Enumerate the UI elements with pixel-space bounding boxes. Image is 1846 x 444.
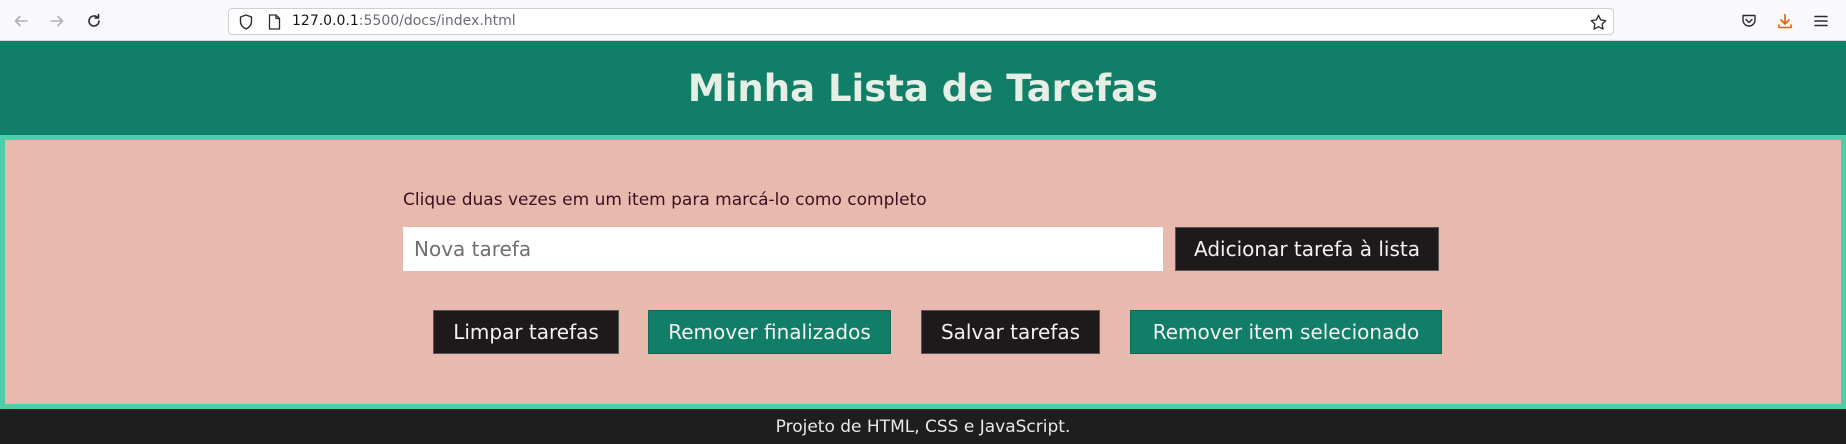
url-text[interactable]: 127.0.0.1:5500/docs/index.html — [292, 13, 516, 29]
pocket-icon[interactable] — [1738, 10, 1760, 32]
forward-arrow-icon[interactable] — [46, 10, 68, 32]
shield-icon[interactable] — [237, 13, 255, 31]
bookmark-star-icon[interactable] — [1589, 13, 1607, 31]
add-task-button[interactable]: Adicionar tarefa à lista — [1175, 227, 1439, 271]
url-host: 127.0.0.1 — [292, 13, 359, 29]
remove-finished-button[interactable]: Remover finalizados — [648, 310, 891, 354]
footer-text: Projeto de HTML, CSS e JavaScript. — [775, 416, 1071, 437]
page-header: Minha Lista de Tarefas — [0, 41, 1846, 135]
page-icon — [265, 13, 283, 31]
main-panel: Clique duas vezes em um item para marcá-… — [0, 135, 1846, 409]
download-icon[interactable] — [1774, 10, 1796, 32]
instructions-text: Clique duas vezes em um item para marcá-… — [403, 190, 927, 210]
url-path: :5500/docs/index.html — [358, 13, 516, 29]
new-task-input[interactable] — [403, 227, 1163, 271]
clear-tasks-button[interactable]: Limpar tarefas — [433, 310, 619, 354]
save-tasks-button[interactable]: Salvar tarefas — [921, 310, 1100, 354]
reload-icon[interactable] — [83, 10, 105, 32]
back-arrow-icon[interactable] — [10, 10, 32, 32]
menu-icon[interactable] — [1810, 10, 1832, 32]
page-footer: Projeto de HTML, CSS e JavaScript. — [0, 409, 1846, 444]
address-bar[interactable]: 127.0.0.1:5500/docs/index.html — [228, 8, 1614, 35]
page-title: Minha Lista de Tarefas — [687, 66, 1159, 110]
remove-selected-button[interactable]: Remover item selecionado — [1130, 310, 1442, 354]
browser-toolbar: 127.0.0.1:5500/docs/index.html — [0, 0, 1846, 41]
